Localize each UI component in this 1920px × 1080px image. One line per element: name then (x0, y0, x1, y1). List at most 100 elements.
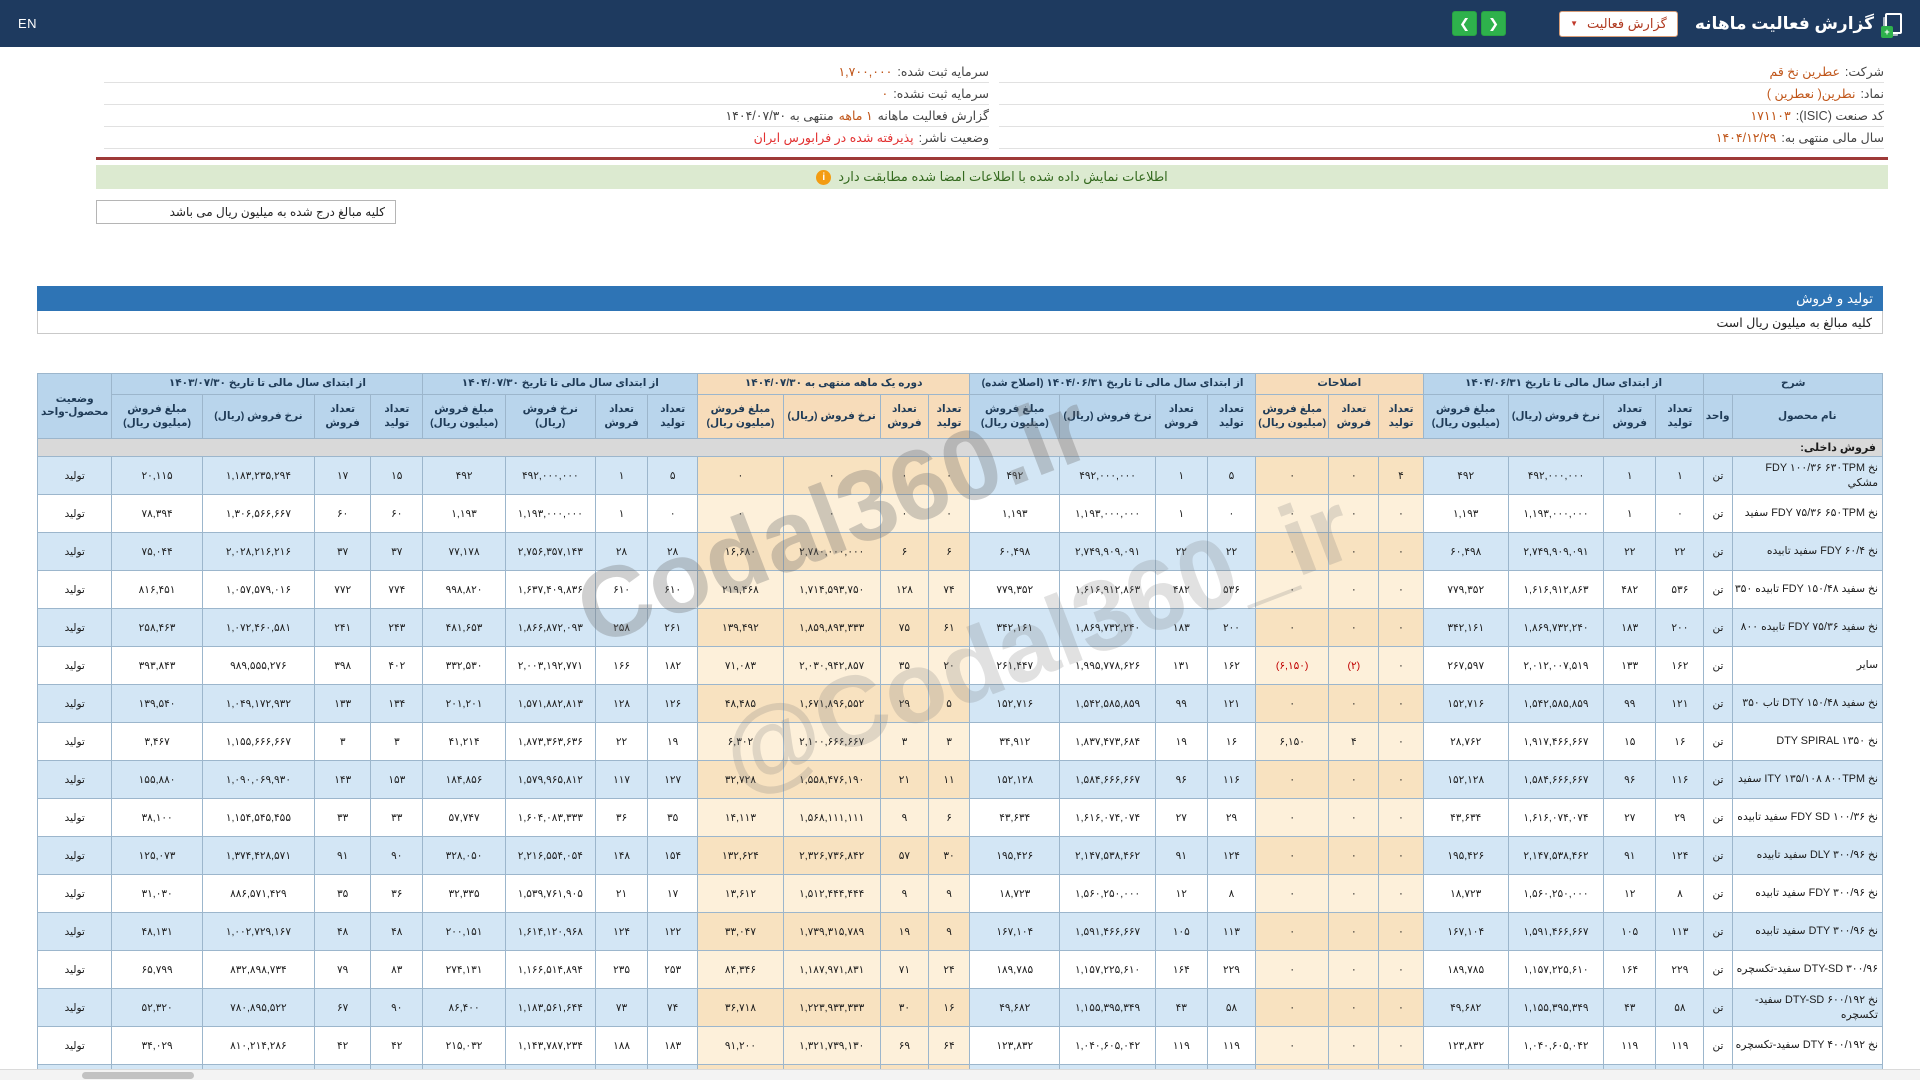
pager-prev-button[interactable]: ❮ (1452, 11, 1477, 36)
value-cell: ۱۲۴ (595, 913, 647, 951)
pager-next-button[interactable]: ❯ (1481, 11, 1506, 36)
info-label: گزارش فعالیت ماهانه (878, 108, 989, 123)
value-cell: ۱۵۲,۱۲۸ (1423, 761, 1508, 799)
value-cell: ۵ (648, 457, 698, 495)
value-cell: ۰ (783, 495, 880, 533)
value-cell: ۲۲۹ (1656, 951, 1704, 989)
value-cell: ۵۷ (880, 837, 928, 875)
value-cell: ۳۶ (595, 799, 647, 837)
value-cell: ۱۲۱ (1207, 685, 1255, 723)
value-cell: ۳۵ (315, 875, 371, 913)
col-group-desc: شرح (1704, 374, 1883, 395)
value-cell: ۱ (1604, 457, 1656, 495)
col-header-ytd-0631-0: تعداد تولید (1656, 395, 1704, 439)
value-cell: ۱۲۴ (1656, 837, 1704, 875)
value-cell: ۴۹۲ (1423, 457, 1508, 495)
value-cell: ۰ (1329, 913, 1379, 951)
product-name-cell: نخ FDY ۳۰۰/۹۶ سفید تابیده (1732, 875, 1882, 913)
value-cell: ۱ (595, 457, 647, 495)
value-cell: ۱,۵۴۲,۵۸۵,۸۵۹ (1508, 685, 1603, 723)
value-cell: ۲,۷۴۹,۹۰۹,۰۹۱ (1508, 533, 1603, 571)
company-info-row: کد صنعت (ISIC):۱۷۱۱۰۳ (999, 105, 1884, 127)
value-cell: ۰ (1207, 495, 1255, 533)
value-cell: ۰ (880, 495, 928, 533)
value-cell: ۱۲۲ (648, 913, 698, 951)
lang-toggle[interactable]: EN (18, 16, 37, 31)
col-header-ytd-0631-2: نرخ فروش (ریال) (1508, 395, 1603, 439)
product-name-cell: نخ سفید FDY ۷۵/۳۶ تابیده ۸۰۰ (1732, 609, 1882, 647)
value-cell: ۲۱۵,۰۳۲ (423, 1027, 505, 1065)
value-cell: ۳,۴۶۷ (112, 723, 202, 761)
col-header-ytd-0631-adjusted-1: تعداد فروش (1155, 395, 1207, 439)
value-cell: ۷۷۲ (315, 571, 371, 609)
col-header-prev-ytd-0730-1: تعداد فروش (315, 395, 371, 439)
value-cell: ۹ (880, 875, 928, 913)
value-cell: ۰ (783, 457, 880, 495)
col-header-adjustments-2: مبلغ فروش (میلیون ریال) (1256, 395, 1329, 439)
value-cell: ۰ (1379, 495, 1423, 533)
signature-alert-text: اطلاعات نمایش داده شده با اطلاعات امضا ش… (838, 169, 1168, 185)
horizontal-scrollbar[interactable] (0, 1069, 1920, 1080)
value-cell: ۲۲ (595, 723, 647, 761)
value-cell: ۴ (1379, 457, 1423, 495)
value-cell: ۱۲۴ (1207, 837, 1255, 875)
unit-cell: تن (1704, 533, 1732, 571)
value-cell: ۰ (648, 495, 698, 533)
value-cell: ۴۸۲ (1155, 571, 1207, 609)
value-cell: ۰ (1256, 989, 1329, 1027)
table-row: DTY-SD ۳۰۰/۹۶ سفید-تکسچرهتن۲۲۹۱۶۴۱,۱۵۷,۲… (38, 951, 1883, 989)
value-cell: ۲۸ (595, 533, 647, 571)
value-cell: ۱,۱۵۵,۳۹۵,۳۴۹ (1508, 989, 1603, 1027)
value-cell: ۹۱,۲۰۰ (698, 1027, 783, 1065)
info-value: ۱۴۰۴/۱۲/۲۹ (1716, 130, 1777, 145)
horizontal-scrollbar-thumb[interactable] (82, 1072, 194, 1079)
value-cell: ۶ (880, 533, 928, 571)
value-cell: ۱,۵۹۱,۴۶۶,۶۶۷ (1060, 913, 1155, 951)
value-cell: ۰ (1329, 495, 1379, 533)
value-cell: ۱۷ (648, 875, 698, 913)
value-cell: ۵۲,۳۲۰ (112, 989, 202, 1027)
company-info-left-column: سرمایه ثبت شده:۱,۷۰۰,۰۰۰سرمایه ثبت نشده:… (104, 61, 989, 149)
value-cell: ۱,۸۶۶,۸۷۲,۰۹۳ (505, 609, 595, 647)
value-cell: ۴۰۲ (371, 647, 423, 685)
value-cell: ۱,۱۵۵,۳۹۵,۳۴۹ (1060, 989, 1155, 1027)
value-cell: ۲۱ (880, 761, 928, 799)
value-cell: ۲,۷۸۰,۰۰۰,۰۰۰ (783, 533, 880, 571)
unit-cell: تن (1704, 647, 1732, 685)
value-cell: ۲۹ (880, 685, 928, 723)
value-cell: ۸۸۶,۵۷۱,۴۲۹ (202, 875, 314, 913)
value-cell: ۱,۵۳۹,۷۶۱,۹۰۵ (505, 875, 595, 913)
value-cell: ۲۰۰,۱۵۱ (423, 913, 505, 951)
value-cell: ۱۸۳ (648, 1027, 698, 1065)
table-row: نخ ITY ۱۳۵/۱۰۸ ۸۰۰TPM سفیدتن۱۱۶۹۶۱,۵۸۴,۶… (38, 761, 1883, 799)
value-cell: ۸ (1207, 875, 1255, 913)
status-cell: تولید (38, 609, 112, 647)
value-cell: ۳ (315, 723, 371, 761)
value-cell: ۷۱ (880, 951, 928, 989)
value-cell: ۱,۶۱۴,۱۲۰,۹۶۸ (505, 913, 595, 951)
unit-cell: تن (1704, 837, 1732, 875)
value-cell: ۱,۹۱۷,۴۶۶,۶۶۷ (1508, 723, 1603, 761)
product-name-cell: نخ FDY SD ۱۰۰/۳۶ سفید تابیده (1732, 799, 1882, 837)
value-cell: ۰ (1256, 495, 1329, 533)
value-cell: ۱,۵۸۴,۶۶۶,۶۶۷ (1060, 761, 1155, 799)
value-cell: ۲۰۰ (1656, 609, 1704, 647)
value-cell: ۴۳,۶۳۴ (970, 799, 1060, 837)
report-type-dropdown[interactable]: گزارش فعالیت ▼ (1559, 11, 1678, 37)
value-cell: ۱۱۹ (1207, 1027, 1255, 1065)
product-name-cell: نخ سفید DTY ۱۵۰/۴۸ تاب ۳۵۰ (1732, 685, 1882, 723)
status-cell: تولید (38, 647, 112, 685)
value-cell: ۶۹ (880, 1027, 928, 1065)
value-cell: ۲,۳۲۶,۷۳۶,۸۴۲ (783, 837, 880, 875)
value-cell: ۲۶۱ (648, 609, 698, 647)
value-cell: ۱,۱۹۳,۰۰۰,۰۰۰ (1060, 495, 1155, 533)
value-cell: ۱,۹۹۵,۷۷۸,۶۲۶ (1060, 647, 1155, 685)
value-cell: ۲۸ (648, 533, 698, 571)
value-cell: ۳۴۲,۱۶۱ (970, 609, 1060, 647)
value-cell: ۰ (698, 495, 783, 533)
value-cell: ۳۳,۰۴۷ (698, 913, 783, 951)
product-name-cell: نخ سفید FDY ۱۵۰/۴۸ تابیده ۳۵۰ (1732, 571, 1882, 609)
unit-cell: تن (1704, 913, 1732, 951)
value-cell: ۱,۱۶۶,۵۱۴,۸۹۴ (505, 951, 595, 989)
value-cell: ۷۵ (880, 609, 928, 647)
